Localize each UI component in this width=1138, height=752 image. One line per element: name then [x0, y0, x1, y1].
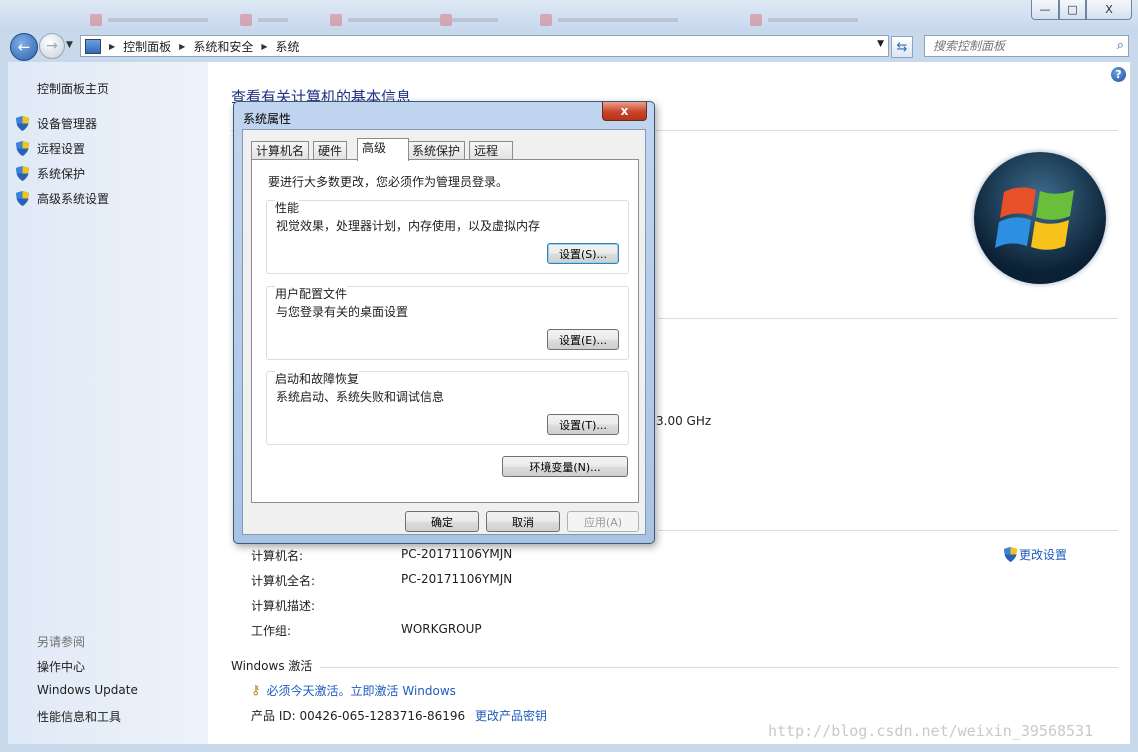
- advanced-tab-page: 要进行大多数更改，您必须作为管理员登录。 性能 视觉效果，处理器计划，内存使用，…: [251, 159, 639, 503]
- chevron-right-icon[interactable]: ▶: [261, 42, 267, 51]
- ok-button[interactable]: 确定: [405, 511, 479, 532]
- cancel-button[interactable]: 取消: [486, 511, 560, 532]
- environment-variables-button[interactable]: 环境变量(N)...: [502, 456, 628, 477]
- sidebar-item-label: 远程设置: [37, 142, 86, 156]
- computer-name-label: 计算机名:: [251, 549, 304, 563]
- sidebar-item-label: 系统保护: [37, 167, 86, 181]
- performance-tools-link[interactable]: 性能信息和工具: [37, 708, 121, 725]
- tab-advanced[interactable]: 高级: [357, 138, 409, 161]
- group-title: 用户配置文件: [275, 285, 348, 302]
- sidebar-item-advanced-settings[interactable]: 高级系统设置: [16, 190, 109, 207]
- minimize-button[interactable]: —: [1031, 0, 1059, 20]
- title-bar: — □ X: [0, 0, 1138, 30]
- address-bar[interactable]: ▶ 控制面板 ▶ 系统和安全 ▶ 系统 ▼: [80, 35, 889, 57]
- tab-hardware[interactable]: 硬件: [313, 141, 348, 160]
- watermark: http://blog.csdn.net/weixin_39568531: [768, 722, 1094, 740]
- navigation-bar: ← → ▼ ▶ 控制面板 ▶ 系统和安全 ▶ 系统 ▼ ⇆ ⌕: [0, 30, 1138, 62]
- search-box[interactable]: ⌕: [924, 35, 1129, 57]
- full-computer-name-value: PC-20171106YMJN: [401, 572, 513, 586]
- chevron-right-icon[interactable]: ▶: [179, 42, 185, 51]
- refresh-button[interactable]: ⇆: [891, 36, 913, 58]
- admin-note: 要进行大多数更改，您必须作为管理员登录。: [268, 175, 509, 189]
- action-center-link[interactable]: 操作中心: [37, 658, 85, 675]
- address-dropdown-icon[interactable]: ▼: [877, 39, 884, 49]
- group-description: 与您登录有关的桌面设置: [276, 305, 409, 319]
- maximize-button[interactable]: □: [1059, 0, 1086, 20]
- history-dropdown-icon[interactable]: ▼: [66, 40, 73, 50]
- workgroup-value: WORKGROUP: [401, 622, 482, 636]
- uac-shield-icon: [16, 166, 29, 181]
- dialog-body: 计算机名 硬件 高级 系统保护 远程 要进行大多数更改，您必须作为管理员登录。 …: [242, 129, 646, 535]
- breadcrumb-control-panel[interactable]: 控制面板: [123, 38, 171, 55]
- sidebar-item-label: 设备管理器: [37, 117, 98, 131]
- close-window-button[interactable]: X: [1086, 0, 1132, 20]
- computer-description-label: 计算机描述:: [251, 599, 316, 613]
- activation-notice[interactable]: ⚷ 必须今天激活。立即激活 Windows: [251, 682, 456, 699]
- cpu-speed-text: 3.00 GHz: [656, 414, 712, 428]
- left-task-pane: 控制面板主页 设备管理器 远程设置 系统保护 高级系统设置 另请参阅 操作中心 …: [8, 62, 208, 744]
- workgroup-label: 工作组:: [251, 624, 292, 638]
- group-title: 启动和故障恢复: [275, 370, 360, 387]
- change-settings-label: 更改设置: [1019, 548, 1068, 562]
- arrow-right-icon: →: [46, 38, 58, 54]
- search-icon[interactable]: ⌕: [1117, 38, 1124, 53]
- see-also-heading: 另请参阅: [37, 635, 86, 649]
- uac-shield-icon: [16, 116, 29, 131]
- group-description: 视觉效果，处理器计划，内存使用，以及虚拟内存: [276, 219, 541, 233]
- breadcrumb-system-security[interactable]: 系统和安全: [193, 38, 253, 55]
- uac-shield-icon: [1004, 547, 1017, 562]
- user-profiles-settings-button[interactable]: 设置(E)...: [547, 329, 619, 350]
- divider: [658, 530, 1118, 531]
- windows-update-link[interactable]: Windows Update: [37, 683, 138, 697]
- key-icon: ⚷: [251, 683, 261, 698]
- sidebar-item-remote-settings[interactable]: 远程设置: [16, 140, 85, 157]
- change-settings-link[interactable]: 更改设置: [1004, 546, 1067, 563]
- group-title: 性能: [275, 199, 300, 216]
- tab-computer-name[interactable]: 计算机名: [251, 141, 310, 160]
- chevron-right-icon[interactable]: ▶: [109, 42, 115, 51]
- divider: [320, 667, 1118, 668]
- refresh-icon: ⇆: [896, 39, 908, 55]
- full-computer-name-label: 计算机全名:: [251, 574, 316, 588]
- dialog-close-button[interactable]: x: [602, 102, 647, 121]
- breadcrumb-system[interactable]: 系统: [276, 38, 300, 55]
- dialog-title: 系统属性: [243, 112, 292, 126]
- background-taskbar-ghost: [90, 14, 970, 28]
- help-icon[interactable]: ?: [1111, 67, 1126, 82]
- apply-button[interactable]: 应用(A): [567, 511, 639, 532]
- arrow-left-icon: ←: [17, 38, 31, 56]
- sidebar-item-device-manager[interactable]: 设备管理器: [16, 115, 97, 132]
- change-product-key-link[interactable]: 更改产品密钥: [475, 707, 547, 724]
- divider: [658, 318, 1118, 319]
- search-input[interactable]: [931, 36, 1105, 56]
- tab-system-protection[interactable]: 系统保护: [407, 141, 466, 160]
- user-profiles-group: 用户配置文件 与您登录有关的桌面设置 设置(E)...: [266, 285, 629, 360]
- forward-button[interactable]: →: [39, 33, 65, 59]
- uac-shield-icon: [16, 191, 29, 206]
- uac-shield-icon: [16, 141, 29, 156]
- performance-settings-button[interactable]: 设置(S)...: [547, 243, 619, 264]
- startup-recovery-settings-button[interactable]: 设置(T)...: [547, 414, 619, 435]
- back-button[interactable]: ←: [10, 33, 38, 61]
- sidebar-item-system-protection[interactable]: 系统保护: [16, 165, 85, 182]
- startup-recovery-group: 启动和故障恢复 系统启动、系统失败和调试信息 设置(T)...: [266, 370, 629, 445]
- system-properties-dialog: 系统属性 x 计算机名 硬件 高级 系统保护 远程 要进行大多数更改，您必须作为…: [233, 101, 655, 544]
- computer-name-value: PC-20171106YMJN: [401, 547, 513, 561]
- group-description: 系统启动、系统失败和调试信息: [276, 390, 445, 404]
- control-panel-icon: [85, 38, 101, 54]
- activation-link: 必须今天激活。立即激活 Windows: [266, 684, 456, 698]
- tab-remote[interactable]: 远程: [469, 141, 513, 160]
- windows-logo: [974, 152, 1106, 284]
- activation-heading: Windows 激活: [231, 659, 313, 673]
- performance-group: 性能 视觉效果，处理器计划，内存使用，以及虚拟内存 设置(S)...: [266, 199, 629, 274]
- sidebar-item-label: 高级系统设置: [37, 192, 110, 206]
- product-id: 产品 ID: 00426-065-1283716-86196: [251, 709, 466, 723]
- control-panel-home-link[interactable]: 控制面板主页: [37, 80, 109, 97]
